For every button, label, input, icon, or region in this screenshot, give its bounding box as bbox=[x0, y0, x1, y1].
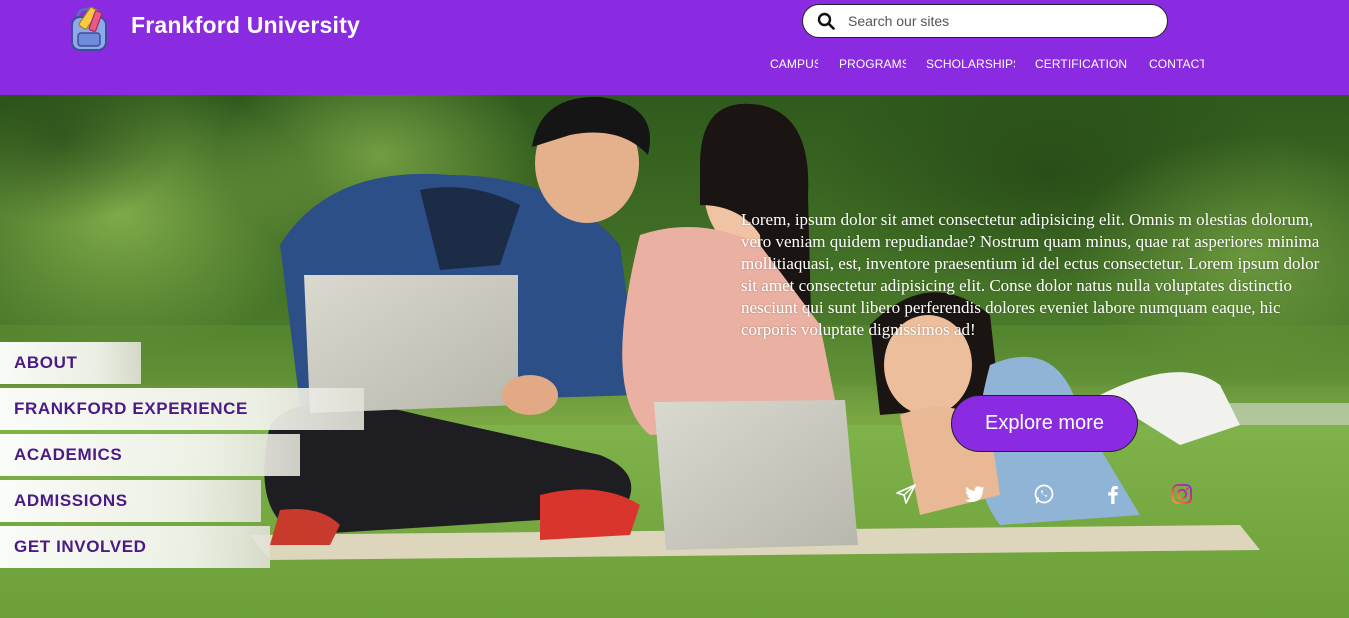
side-menu-get-involved[interactable]: GET INVOLVED bbox=[0, 526, 270, 568]
nav-scholarships[interactable]: SCHOLARSHIPS bbox=[926, 57, 1015, 71]
nav-contact[interactable]: CONTACT bbox=[1149, 57, 1204, 71]
search-input[interactable] bbox=[848, 13, 1138, 29]
nav-programs[interactable]: PROGRAMS bbox=[839, 57, 906, 71]
backpack-icon[interactable] bbox=[66, 5, 112, 53]
hero-description: Lorem, ipsum dolor sit amet consectetur … bbox=[741, 210, 1320, 339]
send-icon[interactable] bbox=[895, 483, 917, 505]
site-title[interactable]: Frankford University bbox=[131, 12, 360, 39]
whatsapp-icon[interactable] bbox=[1033, 483, 1055, 505]
top-nav: CAMPUS PROGRAMS SCHOLARSHIPS CERTIFICATI… bbox=[770, 57, 1204, 71]
side-menu-admissions[interactable]: ADMISSIONS bbox=[0, 480, 261, 522]
side-menu-academics[interactable]: ACADEMICS bbox=[0, 434, 300, 476]
side-menu-frankford-experience[interactable]: FRANKFORD EXPERIENCE bbox=[0, 388, 364, 430]
site-header: Frankford University CAMPUS PROGRAMS SCH… bbox=[0, 0, 1349, 95]
twitter-icon[interactable] bbox=[964, 483, 986, 505]
search-icon[interactable] bbox=[817, 12, 835, 30]
nav-campus[interactable]: CAMPUS bbox=[770, 57, 818, 71]
instagram-icon[interactable] bbox=[1171, 483, 1193, 505]
search-bar[interactable] bbox=[802, 4, 1168, 38]
hero-section: Lorem, ipsum dolor sit amet consectetur … bbox=[0, 95, 1349, 618]
nav-certifications[interactable]: CERTIFICATIONS bbox=[1035, 57, 1128, 71]
facebook-icon[interactable] bbox=[1102, 483, 1124, 505]
explore-more-button[interactable]: Explore more bbox=[951, 395, 1138, 452]
side-menu-about[interactable]: ABOUT bbox=[0, 342, 141, 384]
